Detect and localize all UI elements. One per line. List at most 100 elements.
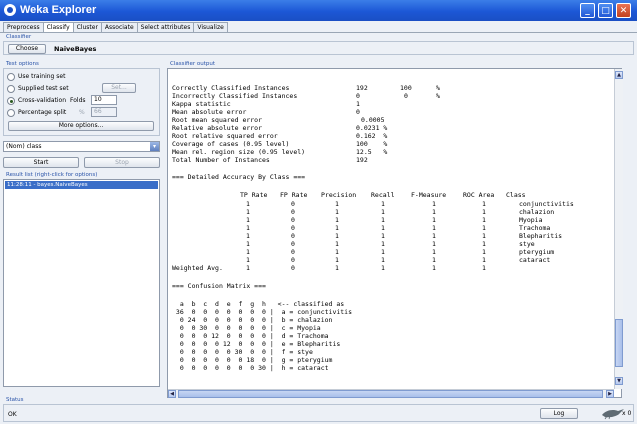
precision: 1 bbox=[335, 224, 339, 232]
more-options-button[interactable]: More options... bbox=[8, 121, 154, 131]
recall: 1 bbox=[381, 224, 385, 232]
status-bar: OK Log x 0 bbox=[3, 404, 634, 422]
summary-value: 0 bbox=[356, 108, 360, 116]
result-list-section-label: Result list (right-click for options) bbox=[6, 172, 98, 178]
class-name: Trachoma bbox=[519, 224, 551, 232]
status-text: OK bbox=[8, 411, 17, 418]
confusion-line: 0 0 0 0 0 0 18 0 | g = pterygium bbox=[172, 356, 333, 364]
summary-value: 0.0005 bbox=[361, 116, 385, 124]
tp-rate: 1 bbox=[246, 200, 250, 208]
close-button[interactable]: ✕ bbox=[616, 3, 631, 18]
tp-rate: 1 bbox=[246, 256, 250, 264]
scroll-right-icon[interactable]: ▶ bbox=[606, 390, 614, 398]
folds-input[interactable]: 10 bbox=[91, 95, 117, 105]
percentage-input[interactable]: 66 bbox=[91, 107, 117, 117]
class-name: cataract bbox=[519, 256, 551, 264]
summary-label: Incorrectly Classified Instances bbox=[172, 92, 298, 100]
classifier-output-text[interactable]: Correctly Classified Instances 192 100 %… bbox=[167, 68, 622, 398]
class-name: Blepharitis bbox=[519, 232, 563, 240]
weka-bird-icon bbox=[602, 409, 624, 420]
fp-rate: 0 bbox=[291, 200, 295, 208]
summary-value: 0.162 % bbox=[356, 132, 388, 140]
fp-rate: 0 bbox=[291, 224, 295, 232]
result-list[interactable]: 11:28:11 - bayes.NaiveBayes bbox=[3, 179, 160, 387]
chevron-down-icon[interactable]: ▾ bbox=[150, 142, 159, 151]
summary-label: Total Number of Instances bbox=[172, 156, 270, 164]
confusion-header: === Confusion Matrix === bbox=[172, 282, 266, 290]
fp-rate: 0 bbox=[291, 216, 295, 224]
summary-label: Mean rel. region size (0.95 level) bbox=[172, 148, 306, 156]
fp-rate: 0 bbox=[291, 232, 295, 240]
fp-rate: 0 bbox=[291, 256, 295, 264]
choose-button[interactable]: Choose bbox=[8, 44, 46, 54]
confusion-line: 0 0 0 0 0 0 0 30 | h = cataract bbox=[172, 364, 329, 372]
tp-rate: 1 bbox=[246, 232, 250, 240]
vertical-scroll-thumb[interactable] bbox=[615, 319, 623, 367]
cross-validation-radio[interactable] bbox=[7, 97, 15, 105]
use-training-label: Use training set bbox=[18, 73, 66, 80]
summary-unit: % bbox=[436, 92, 440, 100]
cross-validation-label: Cross-validation bbox=[18, 97, 66, 104]
supplied-test-radio[interactable] bbox=[7, 85, 15, 93]
recall: 1 bbox=[381, 248, 385, 256]
result-list-item[interactable]: 11:28:11 - bayes.NaiveBayes bbox=[5, 181, 158, 189]
use-training-radio[interactable] bbox=[7, 73, 15, 81]
weka-explorer-window: Weka Explorer _ □ ✕ Preprocess Classify … bbox=[0, 0, 637, 424]
test-options-section-label: Test options bbox=[6, 61, 39, 67]
stop-button[interactable]: Stop bbox=[84, 157, 160, 168]
summary-unit: % bbox=[436, 84, 440, 92]
output-horizontal-scrollbar[interactable]: ◀ ▶ bbox=[168, 389, 614, 398]
maximize-button[interactable]: □ bbox=[598, 3, 613, 18]
column-header: ROC Area bbox=[463, 191, 495, 199]
f-measure: 1 bbox=[432, 264, 436, 272]
scroll-left-icon[interactable]: ◀ bbox=[168, 390, 176, 398]
recall: 1 bbox=[381, 232, 385, 240]
confusion-line: 0 0 30 0 0 0 0 0 | c = Myopia bbox=[172, 324, 321, 332]
roc-area: 1 bbox=[482, 256, 486, 264]
summary-label: Coverage of cases (0.95 level) bbox=[172, 140, 290, 148]
recall: 1 bbox=[381, 256, 385, 264]
classifier-section-label: Classifier bbox=[6, 34, 32, 40]
summary-percent: 0 bbox=[404, 92, 408, 100]
confusion-line: a b c d e f g h <-- classified as bbox=[172, 300, 345, 308]
main-tabs: Preprocess Classify Cluster Associate Se… bbox=[3, 22, 228, 33]
roc-area: 1 bbox=[482, 264, 486, 272]
summary-value: 0 bbox=[356, 92, 360, 100]
f-measure: 1 bbox=[432, 216, 436, 224]
roc-area: 1 bbox=[482, 240, 486, 248]
roc-area: 1 bbox=[482, 216, 486, 224]
minimize-button[interactable]: _ bbox=[580, 3, 595, 18]
fp-rate: 0 bbox=[291, 264, 295, 272]
summary-value: 100 % bbox=[356, 140, 388, 148]
roc-area: 1 bbox=[482, 248, 486, 256]
log-button[interactable]: Log bbox=[540, 408, 578, 419]
class-select-value: (Nom) class bbox=[6, 143, 42, 150]
tab-divider bbox=[0, 32, 637, 33]
horizontal-scroll-thumb[interactable] bbox=[178, 390, 603, 398]
output-vertical-scrollbar[interactable]: ▲ ▼ bbox=[614, 69, 623, 389]
scroll-up-icon[interactable]: ▲ bbox=[615, 71, 623, 79]
f-measure: 1 bbox=[432, 240, 436, 248]
start-button[interactable]: Start bbox=[3, 157, 79, 168]
percentage-split-radio[interactable] bbox=[7, 109, 15, 117]
classifier-output-section-label: Classifier output bbox=[170, 61, 215, 67]
recall: 1 bbox=[381, 216, 385, 224]
precision: 1 bbox=[335, 208, 339, 216]
confusion-line: 0 0 0 0 12 0 0 0 | e = Blepharitis bbox=[172, 340, 341, 348]
scroll-down-icon[interactable]: ▼ bbox=[615, 377, 623, 385]
summary-percent: 100 bbox=[400, 84, 412, 92]
f-measure: 1 bbox=[432, 232, 436, 240]
class-select[interactable]: (Nom) class ▾ bbox=[3, 141, 160, 152]
tp-rate: 1 bbox=[246, 216, 250, 224]
summary-value: 12.5 % bbox=[356, 148, 388, 156]
classifier-name[interactable]: NaiveBayes bbox=[54, 45, 96, 53]
recall: 1 bbox=[381, 240, 385, 248]
set-test-button[interactable]: Set... bbox=[102, 83, 136, 93]
title-bar[interactable]: Weka Explorer _ □ ✕ bbox=[0, 0, 637, 21]
summary-value: 192 bbox=[356, 84, 368, 92]
column-header: F-Measure bbox=[411, 191, 447, 199]
confusion-line: 36 0 0 0 0 0 0 0 | a = conjunctivitis bbox=[172, 308, 353, 316]
class-name: Myopia bbox=[519, 216, 543, 224]
confusion-line: 0 24 0 0 0 0 0 0 | b = chalazion bbox=[172, 316, 333, 324]
percent-label: % bbox=[79, 109, 85, 116]
